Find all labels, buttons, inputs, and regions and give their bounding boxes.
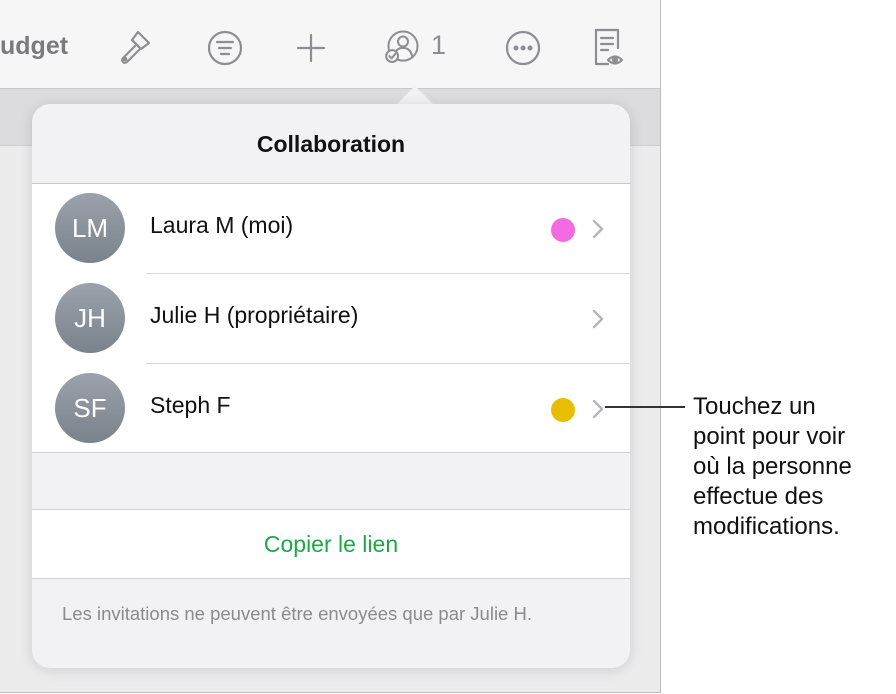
participant-name: Julie H (propriétaire) (150, 302, 359, 328)
avatar: LM (55, 193, 125, 263)
chevron-right-icon[interactable] (590, 307, 606, 336)
avatar: SF (55, 373, 125, 443)
callout-line-5: modifications. (693, 513, 840, 540)
cursor-color-dot[interactable] (551, 218, 575, 242)
participant-list: LM Laura M (moi) JH Julie H (propriétair… (32, 184, 630, 453)
callout-leader-line (605, 406, 685, 408)
avatar: JH (55, 283, 125, 353)
toolbar: udget 1 (0, 0, 660, 89)
document-title[interactable]: udget (0, 32, 68, 61)
participant-row-julie[interactable]: JH Julie H (propriétaire) (32, 274, 630, 364)
participant-row-laura[interactable]: LM Laura M (moi) (32, 184, 630, 274)
participant-name: Laura M (moi) (150, 212, 294, 238)
popover-header: Collaboration (32, 104, 630, 184)
chevron-right-icon[interactable] (590, 217, 606, 246)
callout-annotation: Touchez un point pour voir où la personn… (693, 392, 893, 542)
callout-line-4: effectue des (693, 483, 824, 510)
plus-icon[interactable] (291, 24, 331, 70)
filter-icon[interactable] (205, 24, 245, 70)
collaborator-count: 1 (431, 30, 447, 60)
reader-view-icon[interactable] (588, 24, 628, 70)
avatar-initials: JH (74, 302, 106, 333)
participant-name: Steph F (150, 392, 231, 418)
popover-arrow (395, 86, 435, 106)
more-icon[interactable] (503, 24, 543, 70)
avatar-initials: LM (71, 212, 109, 243)
collaboration-popover: Collaboration LM Laura M (moi) JH Julie … (32, 104, 630, 668)
collaboration-icon[interactable] (383, 24, 423, 70)
invitation-note: Les invitations ne peuvent être envoyées… (62, 603, 532, 624)
popover-title: Collaboration (256, 131, 406, 157)
cursor-color-dot[interactable] (551, 398, 575, 422)
callout-line-1: Touchez un (693, 393, 816, 420)
avatar-initials: SF (73, 392, 107, 423)
callout-line-2: point pour voir (693, 423, 846, 450)
format-brush-icon[interactable] (114, 24, 154, 70)
participant-row-steph[interactable]: SF Steph F (32, 364, 630, 454)
copy-link-button[interactable]: Copier le lien (264, 531, 398, 558)
chevron-right-icon[interactable] (590, 397, 606, 426)
callout-line-3: où la personne (693, 453, 852, 480)
copy-link-section: Copier le lien (32, 509, 630, 579)
